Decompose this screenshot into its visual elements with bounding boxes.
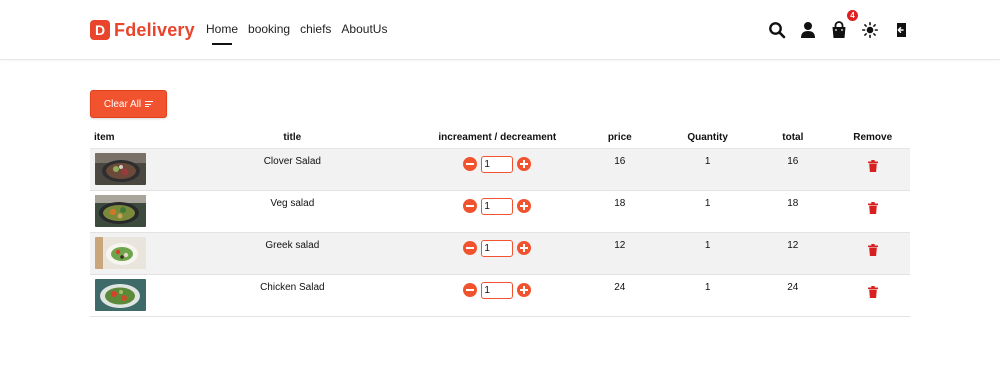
item-total: 18 xyxy=(750,190,836,233)
header-quantity: Quantity xyxy=(665,128,751,149)
trash-icon[interactable] xyxy=(867,282,878,301)
decrement-button[interactable] xyxy=(463,241,478,255)
header-item: item xyxy=(90,128,165,149)
increment-button[interactable] xyxy=(517,241,532,255)
brand[interactable]: D Fdelivery xyxy=(90,18,195,42)
quantity-input[interactable] xyxy=(481,197,514,215)
increment-button[interactable] xyxy=(517,157,532,171)
item-title: Veg salad xyxy=(164,190,421,233)
item-title: Clover Salad xyxy=(164,148,421,191)
cart-count-badge: 4 xyxy=(846,9,859,22)
search-icon[interactable] xyxy=(767,20,787,40)
decrement-button[interactable] xyxy=(463,157,478,171)
clear-all-button[interactable]: Clear All xyxy=(90,90,167,118)
increment-button[interactable] xyxy=(517,199,532,213)
clear-all-label: Clear All xyxy=(103,98,142,110)
shopping-bag-icon[interactable] xyxy=(829,20,849,40)
nav-links: Home booking chiefs AboutUs xyxy=(206,22,387,45)
nav-link-aboutus[interactable]: AboutUs xyxy=(341,22,387,42)
cart-table: item title increament / decreament price… xyxy=(90,128,910,317)
sort-lines-icon xyxy=(145,101,154,107)
navbar: D Fdelivery Home booking chiefs AboutUs … xyxy=(0,0,1000,60)
trash-icon[interactable] xyxy=(867,240,878,259)
decrement-button[interactable] xyxy=(463,283,478,297)
item-quantity: 1 xyxy=(665,190,751,233)
sun-icon[interactable] xyxy=(860,20,880,40)
user-icon[interactable] xyxy=(798,20,818,40)
nav-link-booking[interactable]: booking xyxy=(248,22,290,42)
food-image xyxy=(95,194,146,227)
item-price: 24 xyxy=(574,274,666,317)
nav-link-chiefs[interactable]: chiefs xyxy=(300,22,331,42)
item-price: 18 xyxy=(574,190,666,233)
item-total: 12 xyxy=(750,232,836,275)
quantity-input[interactable] xyxy=(481,239,514,257)
quantity-stepper xyxy=(463,281,532,299)
quantity-stepper xyxy=(463,197,532,215)
item-quantity: 1 xyxy=(665,274,751,317)
food-image xyxy=(95,152,146,185)
header-total: total xyxy=(750,128,836,149)
item-quantity: 1 xyxy=(665,232,751,275)
decrement-button[interactable] xyxy=(463,199,478,213)
table-header-row: item title increament / decreament price… xyxy=(90,128,910,149)
table-row: Veg salad 18 1 18 xyxy=(90,190,910,233)
table-row: Clover Salad 16 1 16 xyxy=(90,148,910,191)
header-title: title xyxy=(164,128,421,149)
item-price: 16 xyxy=(574,148,666,191)
trash-icon[interactable] xyxy=(867,156,878,175)
trash-icon[interactable] xyxy=(867,198,878,217)
increment-button[interactable] xyxy=(517,283,532,297)
item-total: 16 xyxy=(750,148,836,191)
nav-link-home[interactable]: Home xyxy=(206,22,238,45)
item-price: 12 xyxy=(574,232,666,275)
item-title: Greek salad xyxy=(164,232,421,275)
table-row: Chicken Salad 24 1 24 xyxy=(90,274,910,317)
quantity-stepper xyxy=(463,155,532,173)
quantity-input[interactable] xyxy=(481,155,514,173)
food-image xyxy=(95,236,146,269)
brand-logo-icon: D xyxy=(90,20,110,40)
item-total: 24 xyxy=(750,274,836,317)
food-image xyxy=(95,278,146,311)
item-quantity: 1 xyxy=(665,148,751,191)
brand-name: Fdelivery xyxy=(114,19,195,40)
header-inc-dec: increament / decreament xyxy=(420,128,575,149)
table-row: Greek salad 12 1 12 xyxy=(90,232,910,275)
header-remove: Remove xyxy=(835,128,910,149)
logout-icon[interactable] xyxy=(891,20,911,40)
header-price: price xyxy=(574,128,666,149)
item-title: Chicken Salad xyxy=(164,274,421,317)
quantity-stepper xyxy=(463,239,532,257)
quantity-input[interactable] xyxy=(481,281,514,299)
